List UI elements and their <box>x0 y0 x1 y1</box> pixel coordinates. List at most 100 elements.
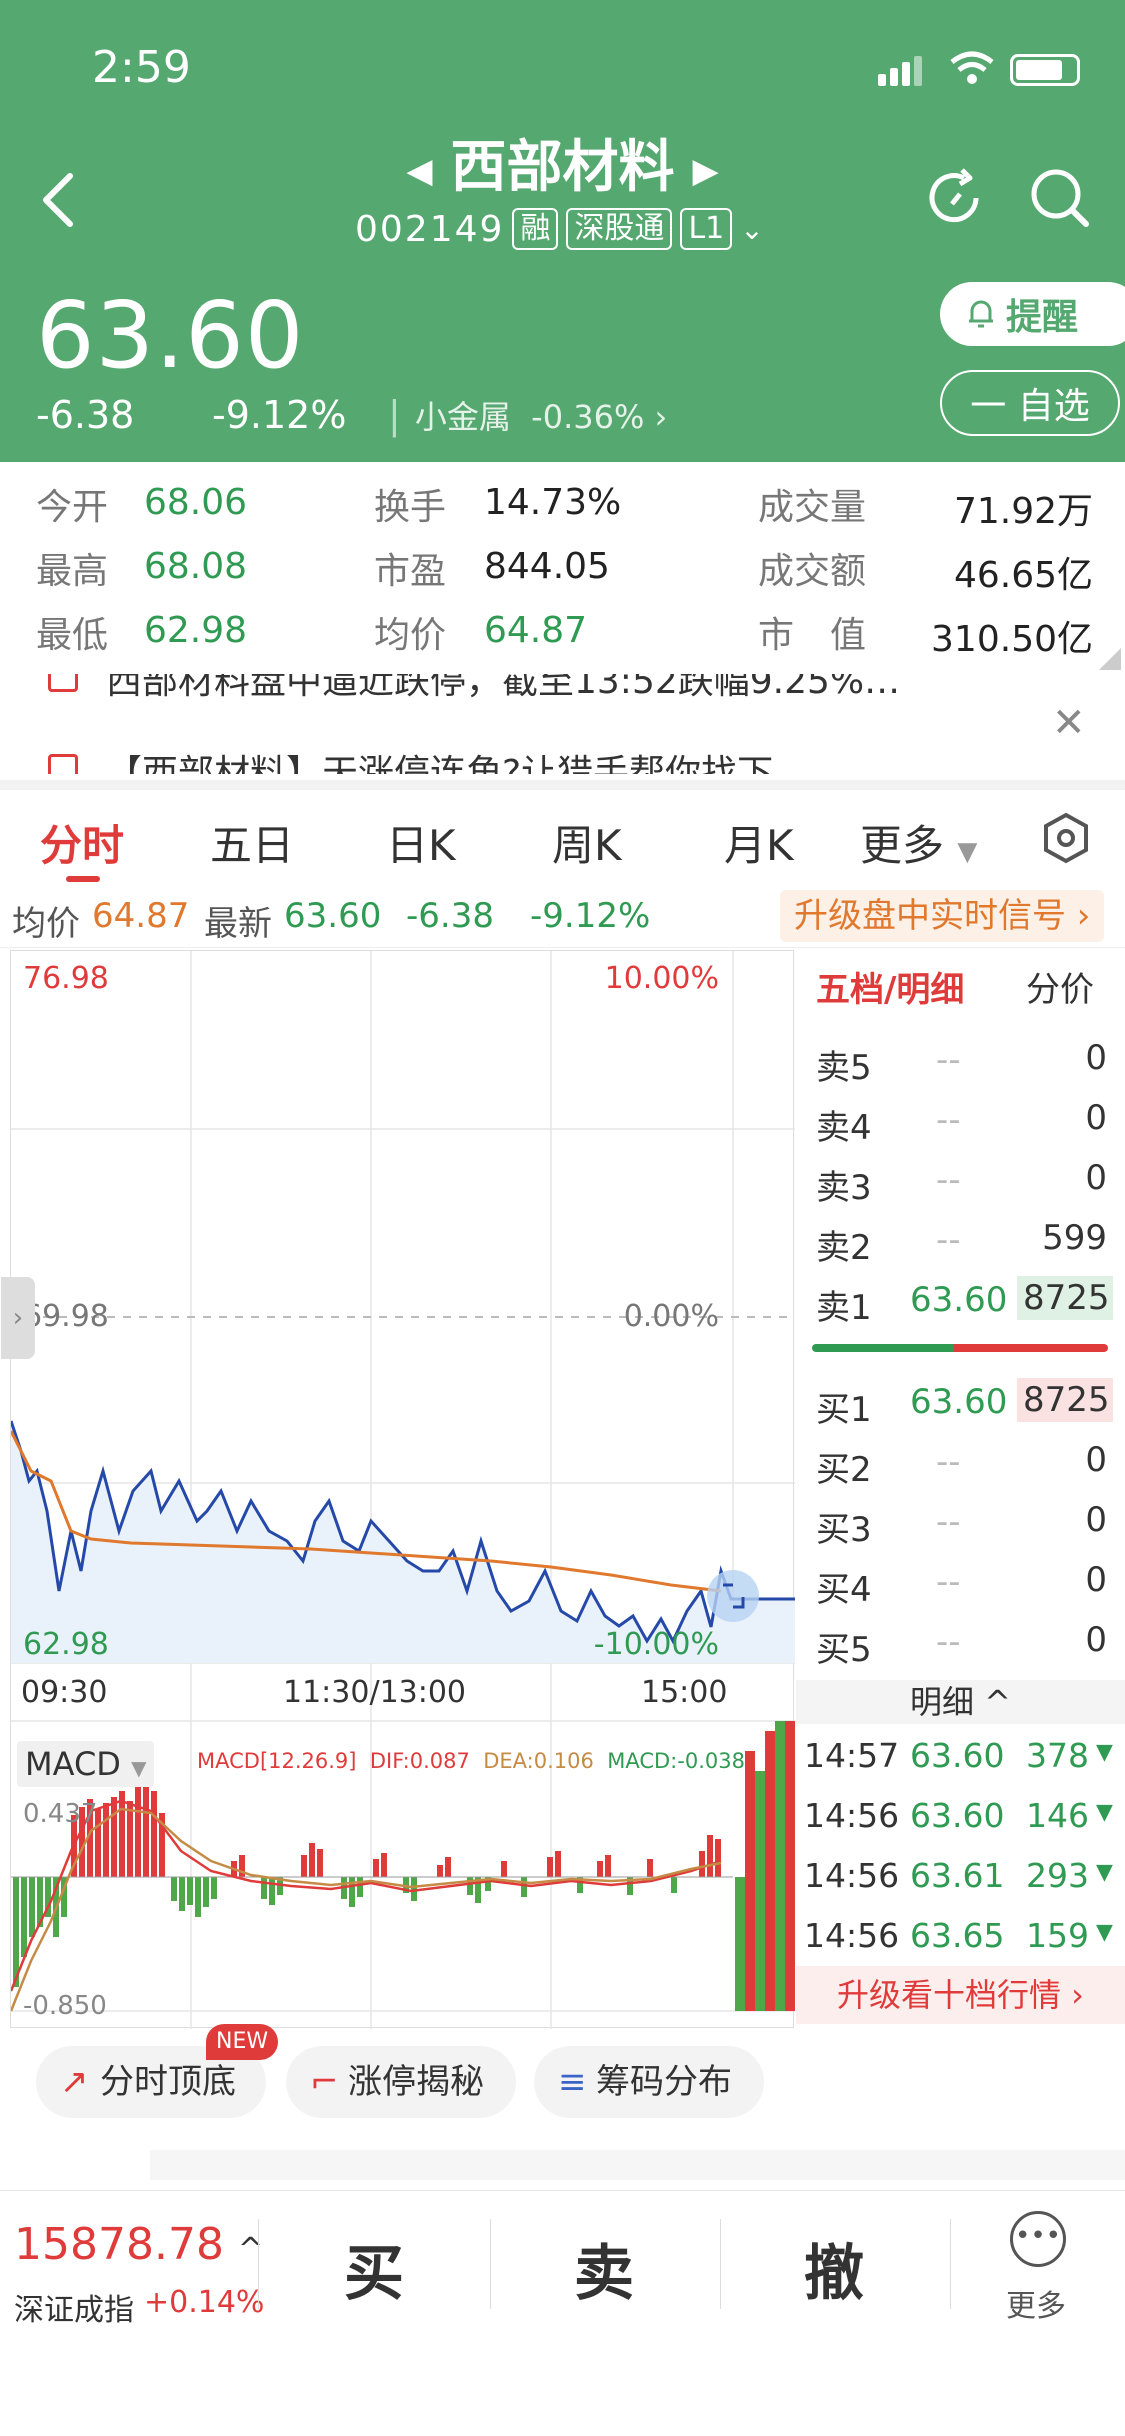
status-time: 2:59 <box>92 42 191 93</box>
quote-stats: 今开 68.06 最高 68.08 最低 62.98 换手 14.73% 市盈 … <box>0 462 1125 674</box>
wifi-icon <box>950 51 994 84</box>
level-label: 卖5 <box>816 1048 872 1088</box>
last-value: 63.60 <box>284 896 382 936</box>
tab-more[interactable]: 更多 ▼ <box>860 812 977 873</box>
level-price: -- <box>936 1160 961 1200</box>
stock-header: 2:59 ◀ 西部材料 ▶ 002149 融 深股通 L1 ⌄ 63.60 -6.3… <box>0 0 1125 462</box>
buy-level-row: 买4 -- 0 <box>796 1554 1125 1612</box>
expand-corner-icon[interactable] <box>1099 648 1121 670</box>
remind-label: 提醒 <box>1006 297 1079 338</box>
tab-intraday[interactable]: 分时 <box>40 812 124 873</box>
sell-level-row: 卖4 -- 0 <box>796 1092 1125 1150</box>
chart-tabs: 分时 五日 日K 周K 月K 更多 ▼ <box>0 780 1125 888</box>
level-label: 买1 <box>816 1390 872 1430</box>
search-icon[interactable] <box>1028 166 1092 230</box>
mktcap-value: 310.50亿 <box>931 619 1093 660</box>
prev-stock-icon[interactable]: ◀ <box>406 151 432 191</box>
stock-code: 002149 <box>355 208 505 250</box>
level-volume: 0 <box>1085 1098 1107 1138</box>
chevron-down-icon[interactable]: ⌄ <box>740 213 763 246</box>
tick-price: 63.60 <box>910 1796 1005 1835</box>
stock-code-line: 002149 融 深股通 L1 ⌄ <box>355 208 764 250</box>
tab-level2[interactable]: 五档/明细 <box>816 962 964 1011</box>
bell-icon <box>969 300 993 328</box>
low-value: 62.98 <box>144 610 248 651</box>
tool-limit-up-label: 涨停揭秘 <box>348 2062 484 2102</box>
chart-info-bar: 均价 64.87 最新 63.60 -6.38 -9.12% 升级盘中实时信号 … <box>0 888 1125 948</box>
level-volume: 8725 <box>1017 1276 1113 1320</box>
settings-icon[interactable] <box>1040 812 1092 864</box>
trend-icon: ↗ <box>60 2062 89 2102</box>
macd-dif: DIF:0.087 <box>369 1749 470 1773</box>
news-ticker[interactable]: 西部材料盘中逼近跌停，截至13:52跌幅9.25%… 【西部材料】天涨停连角?让… <box>0 674 1125 774</box>
tool-limit-up[interactable]: ⌐ 涨停揭秘 <box>286 2046 516 2118</box>
pe-label: 市盈 <box>374 551 447 592</box>
news-line-2[interactable]: 【西部材料】天涨停连角?让猎手帮你找下 <box>106 744 773 774</box>
upgrade-ten-levels-link[interactable]: 升级看十档行情 › <box>796 1966 1125 2024</box>
buy-level-row: 买3 -- 0 <box>796 1494 1125 1552</box>
more-label[interactable]: 更多 <box>1006 2281 1066 2325</box>
sector-link[interactable]: 小金属 -0.36% › <box>415 392 668 438</box>
open-value: 68.06 <box>144 482 248 523</box>
avg-label: 均价 <box>374 615 447 656</box>
intraday-chart[interactable]: 76.98 10.00% 69.98 0.00% 62.98 -10.00% ›… <box>1 950 795 2029</box>
buy-level-row: 买1 63.60 8725 <box>796 1374 1125 1432</box>
down-arrow-icon: ▼ <box>1096 1800 1113 1825</box>
level-volume: 0 <box>1085 1620 1107 1660</box>
signal-icon <box>878 56 926 86</box>
remind-button[interactable]: 提醒 <box>940 282 1125 346</box>
dea-line <box>9 1807 722 2012</box>
level-tag: L1 <box>680 208 733 250</box>
index-value[interactable]: 15878.78 ^ <box>14 2219 263 2270</box>
battery-icon <box>1010 54 1080 86</box>
tab-five-day[interactable]: 五日 <box>210 812 294 873</box>
tab-more-label: 更多 <box>860 821 945 870</box>
down-arrow-icon: ▼ <box>1096 1740 1113 1765</box>
chart-mid-pct: 0.00% <box>623 1299 719 1334</box>
tab-indicator <box>66 876 100 882</box>
caret-down-icon: ▼ <box>957 837 978 867</box>
sell-level-row: 卖1 63.60 8725 <box>796 1272 1125 1330</box>
tick-row: 14:56 63.65 159 ▼ <box>796 1910 1125 1966</box>
tab-weekly-k[interactable]: 周K <box>552 812 622 873</box>
level-price: 63.60 <box>910 1382 1008 1422</box>
level-price: -- <box>936 1220 961 1260</box>
next-stock-icon[interactable]: ▶ <box>693 151 719 191</box>
tab-price-distribution[interactable]: 分价 <box>1026 962 1094 1011</box>
tick-time: 14:57 <box>804 1736 900 1775</box>
add-watchlist-button[interactable]: 一 自选 <box>940 370 1120 436</box>
sell-level-row: 卖2 -- 599 <box>796 1212 1125 1270</box>
cancel-button[interactable]: 撤 <box>804 2225 864 2312</box>
collapse-panel-handle[interactable]: › <box>1 1277 35 1359</box>
trade-ticks: 明细 ^ 14:57 63.60 378 ▼ 14:56 63.60 146 ▼ 14:56 63… <box>796 1680 1125 2028</box>
turnover-label: 换手 <box>374 487 447 528</box>
low-label: 最低 <box>36 615 109 656</box>
avg-value: 64.87 <box>484 610 588 651</box>
sell-button[interactable]: 卖 <box>574 2225 634 2312</box>
connect-tag: 深股通 <box>566 208 673 250</box>
news-line-1[interactable]: 西部材料盘中逼近跌停，截至13:52跌幅9.25%… <box>106 674 900 704</box>
buy-level-row: 买5 -- 0 <box>796 1614 1125 1672</box>
tab-monthly-k[interactable]: 月K <box>724 812 794 873</box>
macd-selector[interactable]: MACD ▼ <box>17 1741 155 1787</box>
x-label-open: 09:30 <box>21 1675 108 1710</box>
distribution-icon: ≡ <box>558 2062 587 2102</box>
tool-chip-distribution[interactable]: ≡ 筹码分布 <box>534 2046 764 2118</box>
tab-daily-k[interactable]: 日K <box>386 812 456 873</box>
tick-volume: 146 <box>1026 1796 1089 1835</box>
tick-volume: 378 <box>1026 1736 1089 1775</box>
level-price: -- <box>936 1100 961 1140</box>
latest-point-marker <box>707 1570 759 1622</box>
buy-button[interactable]: 买 <box>344 2225 404 2312</box>
level-label: 卖2 <box>816 1228 872 1268</box>
close-icon[interactable]: ✕ <box>1052 700 1086 746</box>
tick-row: 14:56 63.61 293 ▼ <box>796 1850 1125 1906</box>
level-price: -- <box>936 1040 961 1080</box>
ticks-header[interactable]: 明细 ^ <box>796 1680 1125 1724</box>
amount-label: 成交额 <box>758 551 867 592</box>
trade-footer: 15878.78 ^ 深证成指 +0.14% 买 卖 撤 ••• 更多 <box>0 2190 1125 2436</box>
new-badge: NEW <box>206 2024 279 2060</box>
more-icon[interactable]: ••• <box>1010 2211 1066 2267</box>
refresh-icon[interactable] <box>924 166 988 230</box>
upgrade-signal-link[interactable]: 升级盘中实时信号 › <box>780 890 1105 942</box>
